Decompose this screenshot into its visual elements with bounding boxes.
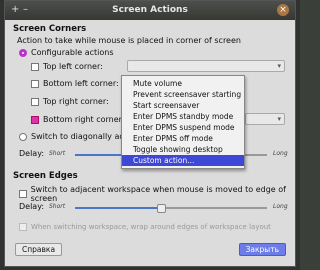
help-button[interactable]: Справка (15, 243, 63, 256)
slider-handle[interactable] (157, 204, 166, 213)
title-bar[interactable]: + – Screen Actions × (5, 1, 295, 20)
wrap-workspace-checkbox (19, 223, 27, 231)
edge-switch-checkbox[interactable] (19, 190, 27, 198)
menu-item[interactable]: Toggle showing desktop (122, 144, 244, 155)
bottom-right-action-combo[interactable]: ▾ (245, 113, 285, 125)
bottom-right-label: Bottom right corner: (43, 115, 125, 124)
slider-fill (75, 207, 161, 209)
menu-item[interactable]: Enter DPMS suspend mode (122, 122, 244, 133)
menu-item[interactable]: Mute volume (122, 78, 244, 89)
configurable-actions-radio[interactable]: Configurable actions (19, 48, 114, 57)
top-left-label: Top left corner: (43, 62, 103, 71)
chevron-down-icon: ▾ (277, 115, 281, 123)
bottom-right-corner-row[interactable]: Bottom right corner: (31, 115, 125, 124)
bottom-left-corner-row[interactable]: Bottom left corner: (31, 79, 119, 88)
chevron-down-icon: ▾ (277, 62, 281, 70)
diagonal-switch-radio[interactable]: Switch to diagonally adja (19, 132, 132, 141)
diagonal-switch-label: Switch to diagonally adja (31, 132, 132, 141)
edges-short-label: Short (49, 203, 66, 210)
radio-icon[interactable] (19, 48, 27, 57)
window-title: Screen Actions (112, 5, 188, 15)
close-icon[interactable]: × (277, 4, 289, 16)
top-right-checkbox[interactable] (31, 97, 39, 106)
menu-item[interactable]: Start screensaver (122, 100, 244, 111)
edges-delay-label: Delay: (19, 202, 45, 211)
wrap-workspace-label: When switching workspace, wrap around ed… (31, 223, 271, 231)
edges-delay-slider[interactable] (75, 204, 267, 213)
menu-item[interactable]: Enter DPMS standby mode (122, 111, 244, 122)
corners-long-label: Long (273, 150, 288, 157)
top-left-checkbox[interactable] (31, 62, 39, 71)
bottom-left-checkbox[interactable] (31, 79, 39, 88)
radio-icon[interactable] (19, 132, 27, 141)
screen-corners-heading: Screen Corners (13, 24, 87, 34)
menu-item[interactable]: Enter DPMS off mode (122, 133, 244, 144)
bottom-right-checkbox[interactable] (31, 115, 39, 124)
configurable-actions-label: Configurable actions (31, 48, 114, 57)
edges-long-label: Long (273, 203, 288, 210)
top-right-label: Top right corner: (43, 97, 109, 106)
bottom-left-label: Bottom left corner: (43, 79, 119, 88)
top-left-action-combo[interactable]: ▾ (127, 60, 285, 72)
close-button[interactable]: Закрыть (238, 243, 286, 256)
menu-item[interactable]: Prevent screensaver starting (122, 89, 244, 100)
menu-item[interactable]: Custom action... (122, 155, 244, 166)
edge-switch-row[interactable]: Switch to adjacent workspace when mouse … (19, 185, 295, 203)
action-dropdown-menu: Mute volume Prevent screensaver starting S… (121, 75, 245, 169)
top-left-corner-row[interactable]: Top left corner: (31, 62, 103, 71)
wrap-workspace-row: When switching workspace, wrap around ed… (19, 223, 271, 231)
screen-edges-heading: Screen Edges (13, 171, 78, 181)
edge-switch-label: Switch to adjacent workspace when mouse … (30, 185, 286, 203)
top-right-corner-row[interactable]: Top right corner: (31, 97, 109, 106)
corners-delay-label: Delay: (19, 149, 45, 158)
corners-description: Action to take while mouse is placed in … (17, 36, 241, 45)
corners-short-label: Short (49, 150, 66, 157)
